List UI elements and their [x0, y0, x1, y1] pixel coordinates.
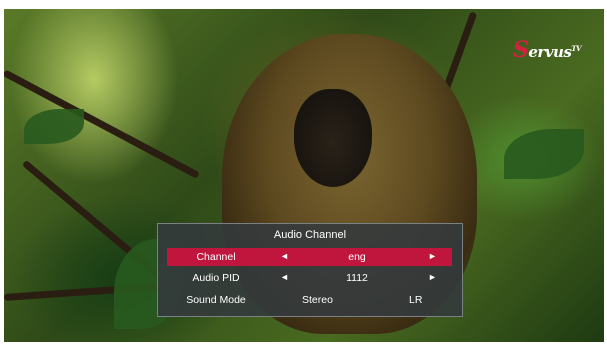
row-value-secondary: LR: [409, 294, 423, 306]
audio-channel-menu: Audio Channel Channel ◄ eng ► Audio PID …: [157, 223, 463, 317]
logo-text: ervus: [528, 43, 572, 61]
menu-row-channel[interactable]: Channel ◄ eng ►: [167, 248, 452, 266]
row-label: Audio PID: [192, 272, 240, 284]
leaf: [504, 129, 584, 179]
arrow-right-icon[interactable]: ►: [428, 272, 437, 282]
menu-row-audio-pid[interactable]: Audio PID ◄ 1112 ►: [167, 269, 452, 287]
row-value: 1112: [346, 272, 368, 284]
row-value: Stereo: [302, 294, 333, 306]
menu-row-sound-mode[interactable]: Sound Mode Stereo LR: [167, 291, 452, 309]
logo-suffix: TV: [571, 44, 582, 53]
monkey-face: [294, 89, 372, 187]
row-label: Sound Mode: [186, 294, 246, 306]
row-value: eng: [348, 251, 366, 263]
leaf: [24, 109, 84, 144]
arrow-right-icon[interactable]: ►: [428, 251, 437, 261]
row-label: Channel: [196, 251, 236, 263]
arrow-left-icon[interactable]: ◄: [280, 272, 289, 282]
logo-initial: S: [513, 37, 529, 63]
menu-title: Audio Channel: [273, 229, 347, 241]
arrow-left-icon[interactable]: ◄: [280, 251, 289, 261]
channel-logo: ServusTV: [513, 37, 583, 67]
